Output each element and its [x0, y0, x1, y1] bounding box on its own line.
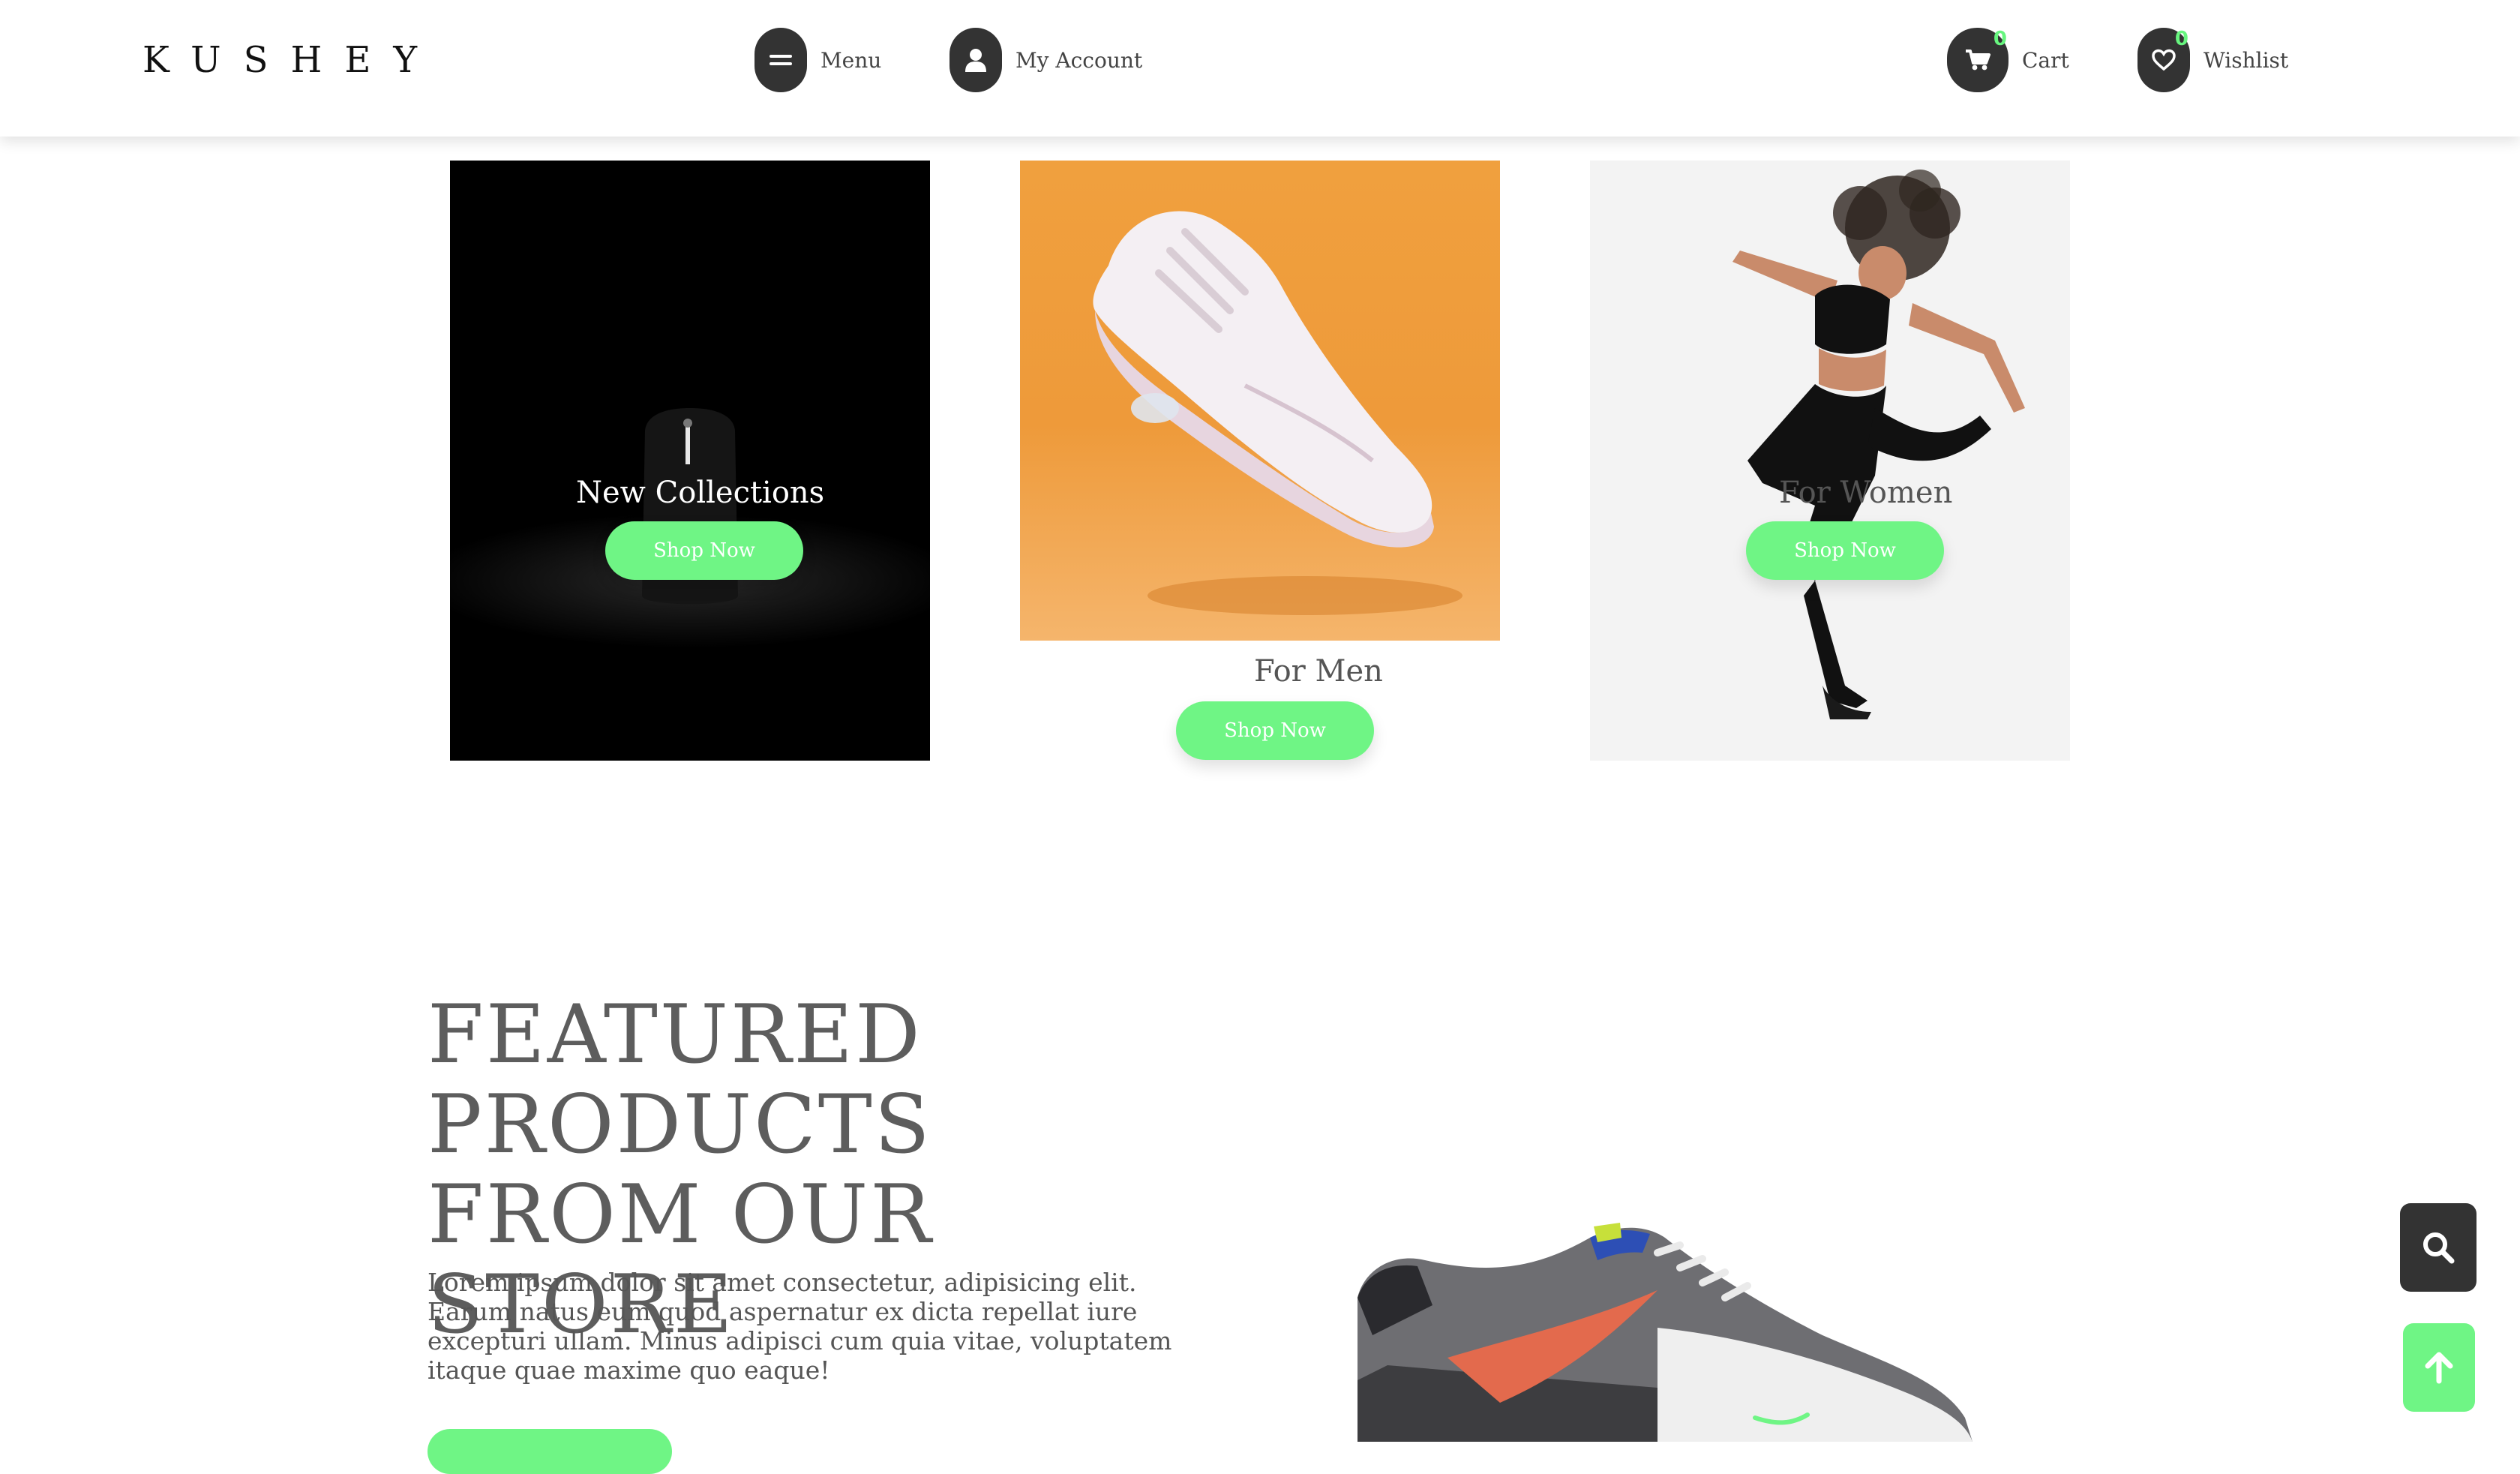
menu-icon: [754, 28, 807, 92]
cart-label: Cart: [2022, 47, 2069, 73]
my-account-label: My Account: [1016, 47, 1143, 73]
search-icon: [2423, 1232, 2455, 1264]
search-button[interactable]: [2400, 1203, 2476, 1292]
scroll-to-top-button[interactable]: [2403, 1323, 2475, 1412]
user-icon: [950, 28, 1002, 92]
my-account-button[interactable]: My Account: [950, 27, 1142, 93]
wishlist-button[interactable]: 0 Wishlist: [2138, 27, 2288, 93]
site-header: KUSHEY Menu My Account 0 Cart 0 Wishlist: [0, 0, 2520, 137]
jumping-woman-image: [1732, 170, 2025, 719]
cart-button[interactable]: 0 Cart: [1947, 27, 2069, 93]
new-collections-card[interactable]: New Collections Shop Now: [450, 161, 930, 761]
for-men-image-card[interactable]: [1020, 161, 1500, 641]
wishlist-label: Wishlist: [2204, 47, 2289, 73]
white-sneaker-image: [1093, 211, 1462, 615]
menu-label: Menu: [820, 47, 882, 73]
menu-button[interactable]: Menu: [754, 27, 881, 93]
brand-logo[interactable]: KUSHEY: [142, 39, 440, 81]
arrow-up-icon: [2425, 1352, 2453, 1384]
featured-description: Lorem ipsum dolor sit amet consectetur, …: [428, 1268, 1172, 1385]
cart-icon: 0: [1947, 28, 2008, 92]
shoe-silhouette-image: [450, 408, 930, 648]
heart-icon: 0: [2138, 28, 2190, 92]
wishlist-count-badge: 0: [2174, 28, 2188, 50]
for-women-title: For Women: [1779, 476, 1953, 510]
featured-shop-button[interactable]: [428, 1429, 672, 1474]
cart-count-badge: 0: [1993, 28, 2007, 50]
new-collections-shop-button[interactable]: Shop Now: [605, 521, 803, 580]
for-men-shop-button[interactable]: Shop Now: [1176, 701, 1374, 760]
featured-sneaker-image: [1358, 1223, 1972, 1442]
new-collections-title: New Collections: [576, 476, 825, 510]
for-women-card[interactable]: For Women Shop Now: [1590, 161, 2070, 761]
for-women-shop-button[interactable]: Shop Now: [1746, 521, 1944, 580]
